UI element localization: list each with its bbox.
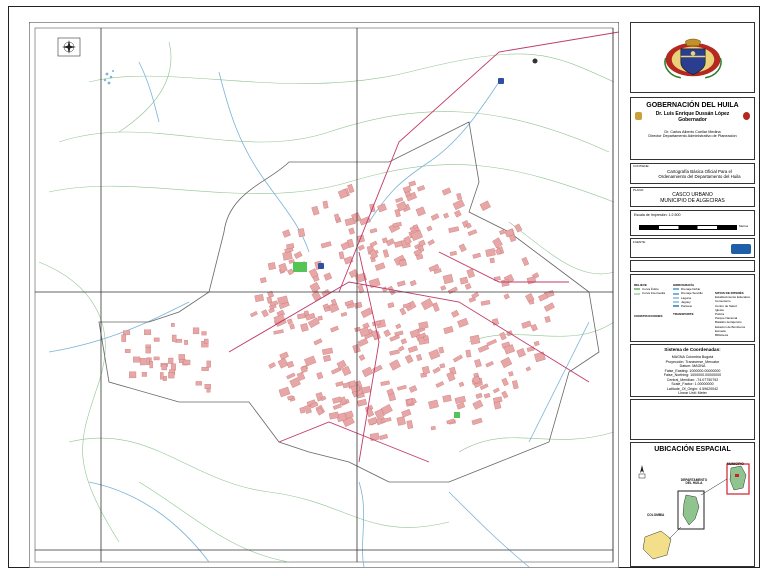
source-label: FUENTE: xyxy=(633,240,646,244)
urban-block xyxy=(124,349,131,353)
urban-block xyxy=(192,327,200,335)
scale-box: Escala de Impresión: 1:2.500 Metros xyxy=(630,210,755,236)
park-secondary xyxy=(454,412,460,418)
legend-transporte-title: TRANSPORTE xyxy=(673,312,694,317)
urban-block xyxy=(267,262,276,271)
urban-block xyxy=(303,310,310,316)
urban-block xyxy=(184,339,188,345)
urban-block xyxy=(396,416,406,426)
urban-block xyxy=(123,330,131,335)
urban-block xyxy=(153,356,160,361)
urban-block xyxy=(201,366,209,371)
urban-block xyxy=(469,334,481,345)
scale-label: Escala de Impresión: 1:2.500 xyxy=(634,213,681,217)
north-arrow-icon xyxy=(57,37,81,57)
urban-block xyxy=(145,357,150,365)
urban-block xyxy=(133,356,141,363)
urban-block xyxy=(141,372,147,377)
small-seal-left-icon xyxy=(635,112,642,120)
legend-hidro-item: Pantano xyxy=(673,304,703,308)
source-logo-icon xyxy=(731,244,751,254)
scale-unit: Metros xyxy=(739,224,749,228)
urban-block xyxy=(206,360,211,368)
urban-block xyxy=(153,337,160,342)
urban-block xyxy=(149,361,153,369)
urban-block xyxy=(204,384,211,389)
urban-block xyxy=(183,359,191,365)
map-sheet: GOBERNACIÓN DEL HUILA Dr. Luis Enrique D… xyxy=(8,6,760,568)
plano-box: PLANO: CASCO URBANO MUNICIPIO DE ALGECIR… xyxy=(630,187,755,207)
urban-block xyxy=(129,371,137,379)
plano-line2: MUNICIPIO DE ALGECIRAS xyxy=(660,197,725,204)
urban-block xyxy=(254,294,264,303)
urban-block xyxy=(204,338,209,344)
urban-block xyxy=(121,334,127,342)
urban-block xyxy=(171,334,177,342)
park-main xyxy=(293,262,307,272)
credits-box xyxy=(630,399,755,440)
legend-sitio-item: Biblioteca xyxy=(715,333,729,338)
urban-block xyxy=(168,357,174,364)
coat-of-arms-icon xyxy=(664,38,722,79)
scale-bar xyxy=(639,225,737,230)
coat-of-arms-box xyxy=(630,22,755,93)
urban-block xyxy=(282,251,293,261)
governor-role: Gobernador xyxy=(678,116,707,123)
coord-line: Linear Unit: Meter xyxy=(678,391,707,396)
urban-block xyxy=(528,299,535,305)
title-panel: GOBERNACIÓN DEL HUILA Dr. Luis Enrique D… xyxy=(626,22,759,567)
location-title: UBICACIÓN ESPACIAL xyxy=(654,446,731,453)
urban-block xyxy=(161,364,167,371)
org-title: GOBERNACIÓN DEL HUILA xyxy=(646,102,739,109)
loc-colombia-label: COLOMBIA xyxy=(647,513,665,517)
urban-block xyxy=(162,376,167,381)
urban-block xyxy=(369,432,380,441)
north-arrow-icon xyxy=(638,465,646,479)
urban-block xyxy=(144,329,152,335)
urban-block xyxy=(171,323,175,327)
urban-block xyxy=(501,279,510,287)
urban-block xyxy=(317,315,323,321)
urban-block xyxy=(175,338,182,343)
urban-block xyxy=(160,372,164,380)
authority-box: GOBERNACIÓN DEL HUILA Dr. Luis Enrique D… xyxy=(630,97,755,160)
urban-block xyxy=(140,358,146,366)
map-frame[interactable] xyxy=(29,22,619,568)
legend-relieve-item: Curva Intermedia xyxy=(634,291,665,295)
legend-box: RELIEVE Curva Índice Curva Intermedia CO… xyxy=(630,274,755,342)
legend-construcciones-title: CONSTRUCCIONES xyxy=(634,313,663,318)
loc-municipio-label: MUNICIPIO xyxy=(727,462,744,466)
source-box: FUENTE: xyxy=(630,238,755,258)
director-role: Director Departamento Administrativo de … xyxy=(648,133,737,138)
notes-box xyxy=(630,260,755,272)
urban-block xyxy=(168,372,175,379)
coordinate-system-box: Sistema de Coordenadas: MAGNA Colombia B… xyxy=(630,344,755,397)
urban-block xyxy=(430,425,436,431)
coord-title: Sistema de Coordenadas: xyxy=(664,347,721,352)
urban-block xyxy=(489,257,495,264)
location-box: UBICACIÓN ESPACIAL MUNICIPIO DEPARTAMENT… xyxy=(630,442,755,567)
contents-text: Cartografía Básica Oficial Para el Orden… xyxy=(658,169,741,180)
loc-departamento-label: DEPARTAMENTO DEL HUILA xyxy=(680,478,708,486)
urban-block xyxy=(206,388,211,393)
location-map xyxy=(638,463,750,560)
contents-label: CONTIENE: xyxy=(633,164,650,168)
small-seal-right-icon xyxy=(743,112,750,120)
urban-block xyxy=(145,347,151,354)
urban-block xyxy=(195,381,202,386)
urban-block xyxy=(178,354,185,360)
urban-block xyxy=(201,331,207,336)
contents-box: CONTIENE: Cartografía Básica Oficial Par… xyxy=(630,163,755,184)
plano-label: PLANO: xyxy=(633,188,645,192)
urban-block xyxy=(170,363,176,371)
